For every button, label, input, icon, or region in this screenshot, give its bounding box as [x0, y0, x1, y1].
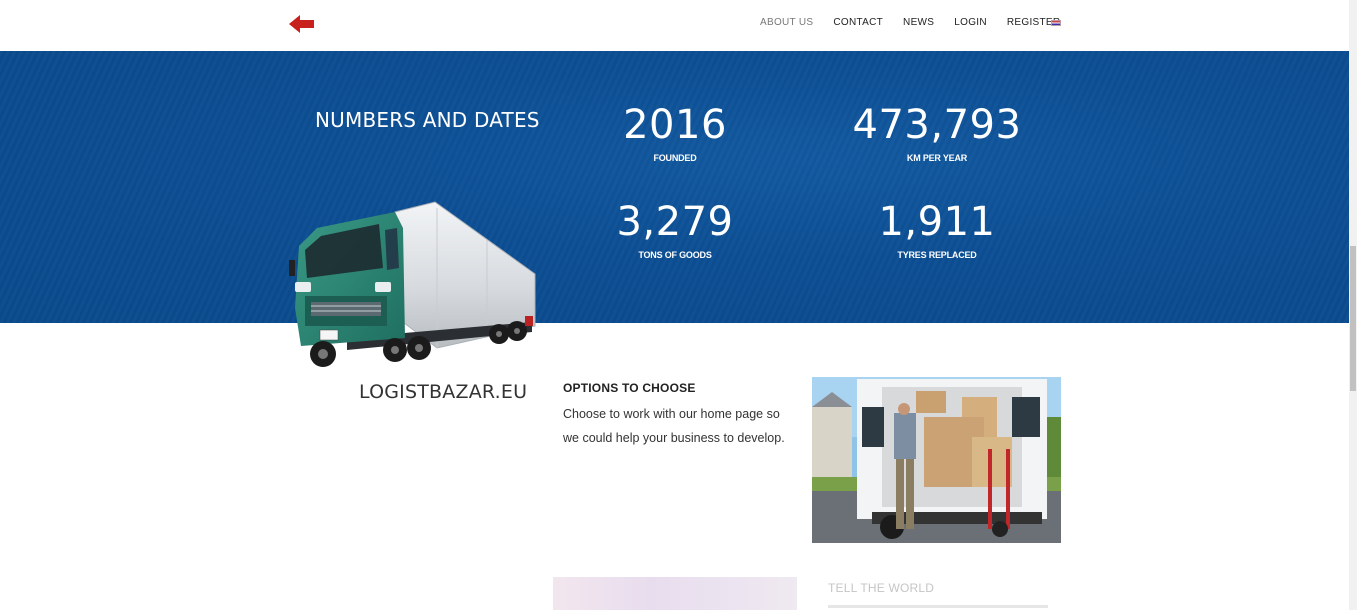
second-photo [553, 577, 797, 610]
stat-value: 2016 [623, 102, 727, 148]
stat-label: TYRES REPLACED [897, 250, 977, 260]
top-navbar: ABOUT US CONTACT NEWS LOGIN REGISTER [0, 0, 1349, 51]
tell-text-placeholder [828, 602, 1058, 610]
scrollbar-thumb[interactable] [1350, 246, 1356, 391]
truck-image [289, 201, 536, 367]
section-title: NUMBERS AND DATES [315, 108, 540, 132]
stat-label: TONS OF GOODS [638, 250, 712, 260]
site-name: LOGISTBAZAR.EU [359, 381, 528, 403]
stat-tyres-replaced: 1,911 TYRES REPLACED [827, 200, 1047, 260]
nav-contact[interactable]: CONTACT [833, 17, 883, 29]
stat-value: 473,793 [852, 102, 1022, 148]
numbers-section: NUMBERS AND DATES 2016 FOUNDED 473,793 K… [0, 51, 1349, 323]
tell-title: TELL THE WORLD [828, 581, 935, 595]
language-flag-icon[interactable] [1051, 20, 1061, 26]
options-text: Choose to work with our home page so we … [563, 407, 785, 445]
stat-founded: 2016 FOUNDED [565, 103, 785, 163]
stat-label: KM PER YEAR [906, 153, 968, 163]
options-title: OPTIONS TO CHOOSE [563, 381, 696, 395]
stat-value: 3,279 [616, 199, 734, 245]
nav-news[interactable]: NEWS [903, 17, 934, 29]
stat-tons-of-goods: 3,279 TONS OF GOODS [565, 200, 785, 260]
nav-login[interactable]: LOGIN [954, 17, 987, 29]
back-arrow-logo-icon[interactable] [289, 14, 315, 34]
stat-label: FOUNDED [653, 153, 697, 163]
stat-value: 1,911 [878, 199, 996, 245]
main-nav: ABOUT US CONTACT NEWS LOGIN REGISTER [760, 17, 1080, 29]
nav-about-us[interactable]: ABOUT US [760, 17, 813, 29]
stat-km-per-year: 473,793 KM PER YEAR [827, 103, 1047, 163]
delivery-van-photo [812, 377, 1061, 543]
